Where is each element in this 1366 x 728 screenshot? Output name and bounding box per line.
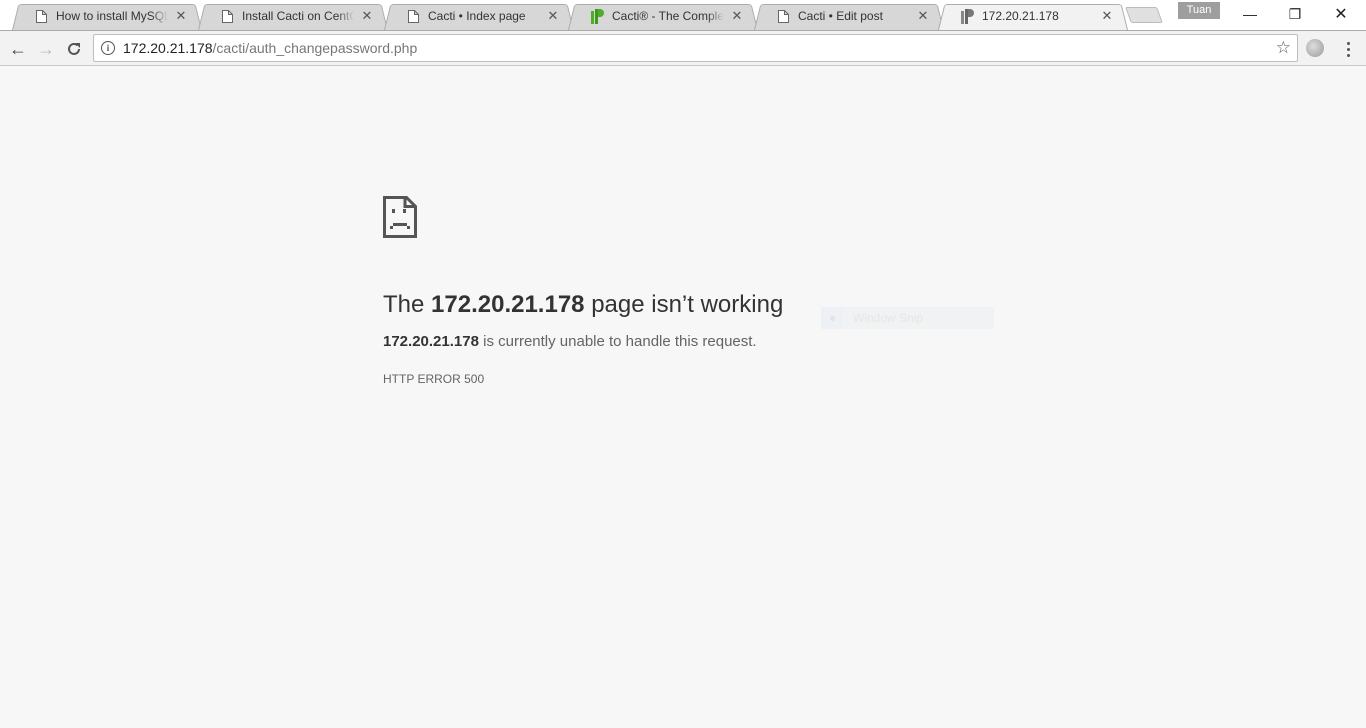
close-window-button[interactable]: ✕ (1318, 0, 1364, 28)
tab-install-cacti[interactable]: Install Cacti on CentOS ✕ (198, 2, 388, 30)
tab-title: 172.20.21.178 (982, 9, 1059, 23)
snip-label: Window Snip (853, 311, 924, 325)
address-bar[interactable]: i 172.20.21.178 /cacti/auth_changepasswo… (93, 34, 1298, 62)
toolbar: ← → i 172.20.21.178 /cacti/auth_changepa… (0, 30, 1366, 66)
info-icon[interactable]: i (101, 41, 115, 55)
tab-edit-post[interactable]: Cacti • Edit post ✕ (754, 2, 944, 30)
close-tab-icon[interactable]: ✕ (916, 8, 930, 23)
headline-suffix: page isn’t working (591, 291, 784, 318)
bookmark-star-icon[interactable]: ☆ (1276, 38, 1291, 58)
error-code: HTTP ERROR 500 (383, 372, 485, 386)
page-icon (34, 8, 48, 24)
forward-button[interactable]: → (33, 36, 59, 62)
menu-button[interactable] (1340, 38, 1356, 60)
cacti-logo-icon (590, 8, 604, 24)
cacti-logo-icon (960, 8, 974, 24)
page-icon (220, 8, 234, 24)
window-snip-overlay: Window Snip (821, 307, 994, 329)
tab-mysql[interactable]: How to install MySQL 5. ✕ (12, 2, 202, 30)
sad-page-icon (383, 196, 417, 238)
close-tab-icon[interactable]: ✕ (360, 8, 374, 23)
snip-icon (821, 307, 843, 329)
page-icon (406, 8, 420, 24)
close-tab-icon[interactable]: ✕ (174, 8, 188, 23)
reload-button[interactable] (61, 36, 87, 62)
tab-title: Cacti • Index page (428, 9, 526, 23)
reload-icon (68, 42, 80, 55)
minimize-button[interactable]: — (1227, 0, 1273, 28)
close-tab-icon[interactable]: ✕ (730, 8, 744, 23)
extension-icon[interactable] (1306, 39, 1324, 57)
tab-title: Install Cacti on CentOS (242, 9, 354, 23)
tab-title: Cacti® - The Complete (612, 9, 724, 23)
tab-title: How to install MySQL 5. (56, 9, 168, 23)
close-tab-icon[interactable]: ✕ (546, 8, 560, 23)
tab-strip: How to install MySQL 5. ✕ Install Cacti … (0, 0, 1366, 30)
tab-cacti-complete[interactable]: Cacti® - The Complete ✕ (568, 2, 758, 30)
new-tab-button[interactable] (1125, 7, 1163, 23)
headline-host: 172.20.21.178 (431, 291, 585, 318)
page-icon (776, 8, 790, 24)
menu-dot (1346, 53, 1350, 57)
url-path: /cacti/auth_changepassword.php (212, 40, 418, 56)
tab-title: Cacti • Edit post (798, 9, 883, 23)
url-host: 172.20.21.178 (123, 40, 213, 56)
error-description: 172.20.21.178 is currently unable to han… (383, 333, 1003, 350)
restore-button[interactable]: ❐ (1272, 0, 1318, 28)
menu-dot (1346, 47, 1350, 51)
close-tab-icon[interactable]: ✕ (1100, 8, 1114, 23)
menu-dot (1346, 41, 1350, 45)
tab-cacti-index[interactable]: Cacti • Index page ✕ (384, 2, 574, 30)
desc-host: 172.20.21.178 (383, 333, 479, 350)
error-page: The 172.20.21.178 page isn’t working 172… (383, 196, 1003, 386)
headline-prefix: The (383, 291, 425, 318)
desc-text: is currently unable to handle this reque… (483, 333, 757, 350)
back-button[interactable]: ← (5, 36, 31, 62)
profile-button[interactable]: Tuan (1178, 2, 1220, 19)
tab-active-error[interactable]: 172.20.21.178 ✕ (938, 2, 1128, 30)
